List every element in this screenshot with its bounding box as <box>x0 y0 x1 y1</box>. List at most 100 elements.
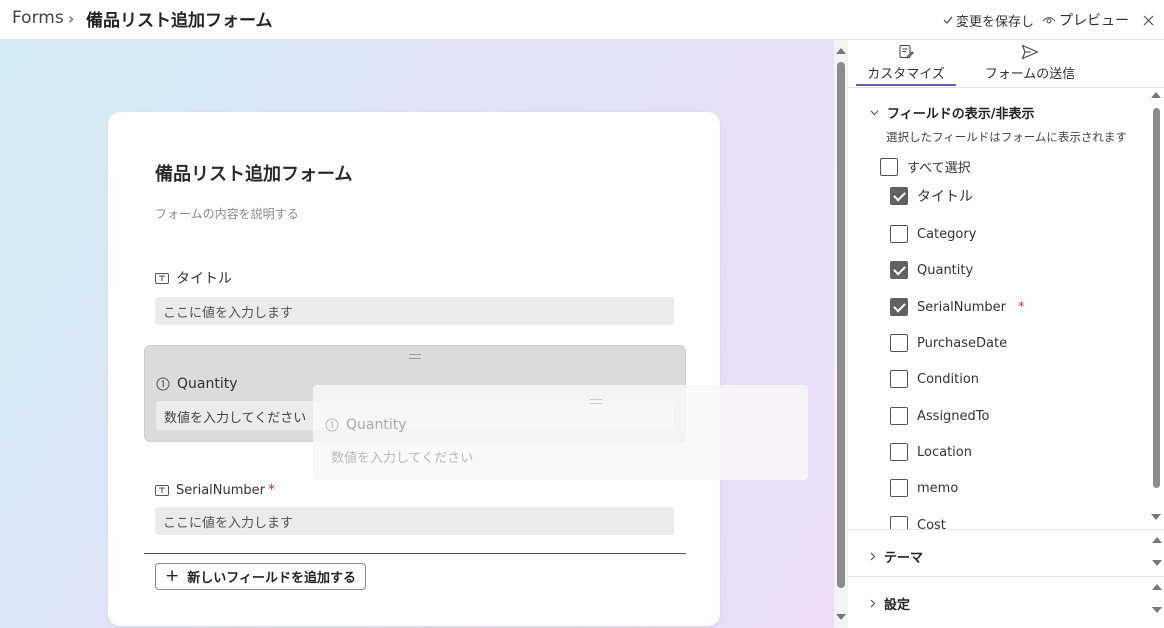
field-checkbox-item[interactable]: SerialNumber * <box>890 298 1025 316</box>
tab-customize[interactable]: カスタマイズ <box>858 44 954 82</box>
section-divider <box>848 529 1164 530</box>
plus-icon: + <box>165 566 180 586</box>
fields-section-header[interactable]: フィールドの表示/非表示 <box>870 103 1035 122</box>
checkbox[interactable] <box>890 516 908 529</box>
scrollbar-thumb[interactable] <box>1153 108 1160 488</box>
settings-section-header[interactable]: 設定 <box>870 594 910 613</box>
text-field-icon <box>155 272 169 284</box>
active-tab-indicator <box>856 84 956 86</box>
field-checkbox-item[interactable]: PurchaseDate <box>890 334 1007 352</box>
form-canvas: 備品リスト追加フォーム フォームの内容を説明する タイトル ここに値を入力します… <box>0 40 834 628</box>
checkbox[interactable] <box>890 407 908 425</box>
checkbox-label: Category <box>917 226 977 242</box>
checkbox[interactable] <box>890 225 908 243</box>
checkbox-label: PurchaseDate <box>917 335 1008 351</box>
preview-button[interactable]: プレビュー <box>1042 10 1129 30</box>
section-divider <box>848 576 1164 577</box>
field-label-text: SerialNumber <box>176 482 266 498</box>
checkbox-label: Quantity <box>917 262 974 278</box>
field-title[interactable]: タイトル ここに値を入力します <box>155 268 674 325</box>
checkbox-label: すべて選択 <box>907 161 971 176</box>
field-label-text: Quantity <box>177 376 238 392</box>
scroll-down-icon[interactable] <box>1151 514 1161 520</box>
section-title: 設定 <box>884 598 911 613</box>
scroll-down-icon[interactable] <box>1152 560 1162 566</box>
drag-ghost-preview: Quantity 数値を入力してください <box>313 385 808 480</box>
breadcrumb-separator-icon: › <box>68 9 75 28</box>
scroll-up-icon[interactable] <box>1152 537 1162 543</box>
checkbox-label: AssignedTo <box>917 408 990 424</box>
save-label: 変更を保存し <box>955 14 1034 30</box>
chevron-right-icon <box>870 599 876 608</box>
select-all-checkbox[interactable]: すべて選択 <box>880 157 971 176</box>
field-checkbox-item[interactable]: Category <box>890 225 976 243</box>
checkmark-icon <box>943 16 953 24</box>
scroll-down-icon[interactable] <box>836 614 846 620</box>
field-checkbox-item[interactable]: Condition <box>890 370 979 388</box>
form-card: 備品リスト追加フォーム フォームの内容を説明する タイトル ここに値を入力します… <box>108 112 720 626</box>
number-field-icon <box>325 418 339 432</box>
scroll-up-icon[interactable] <box>836 48 846 54</box>
checkbox[interactable] <box>890 370 908 388</box>
scroll-down-icon[interactable] <box>1152 607 1162 613</box>
canvas-scrollbar[interactable] <box>834 40 848 628</box>
field-label-text: Quantity <box>346 417 407 433</box>
field-checkbox-item[interactable]: memo <box>890 479 958 497</box>
fields-hint: 選択したフィールドはフォームに表示されます <box>886 130 1127 144</box>
tab-label: フォームの送信 <box>984 67 1076 82</box>
section-title: テーマ <box>884 551 924 566</box>
tabs-divider <box>848 87 1164 88</box>
add-field-button[interactable]: + 新しいフィールドを追加する <box>155 563 366 590</box>
field-checkbox-item[interactable]: AssignedTo <box>890 407 989 425</box>
field-checkbox-list: タイトル Category Quantity SerialNumber * Purchas… <box>848 180 1164 529</box>
scroll-up-icon[interactable] <box>1151 92 1161 98</box>
checkbox[interactable] <box>880 157 898 176</box>
scroll-up-icon[interactable] <box>1152 584 1162 590</box>
section-title: フィールドの表示/非表示 <box>887 107 1035 122</box>
serialnumber-input[interactable]: ここに値を入力します <box>155 507 674 535</box>
customize-icon <box>899 45 914 59</box>
save-button[interactable]: 変更を保存し <box>943 11 1034 30</box>
field-checkbox-item[interactable]: タイトル <box>890 186 973 206</box>
chevron-down-icon <box>870 110 879 115</box>
field-label: Quantity <box>325 417 407 433</box>
required-mark: * <box>268 482 276 498</box>
checkbox-label: Cost <box>917 517 946 530</box>
title-input[interactable]: ここに値を入力します <box>155 297 674 325</box>
tab-send[interactable]: フォームの送信 <box>982 44 1078 82</box>
checkbox[interactable] <box>890 298 908 316</box>
scrollbar-thumb[interactable] <box>837 62 845 588</box>
checkbox[interactable] <box>890 187 908 205</box>
checkbox-label: タイトル <box>917 189 973 205</box>
field-checkbox-item[interactable]: Location <box>890 443 972 461</box>
checkbox-label: Location <box>917 444 972 460</box>
drop-indicator-line <box>144 553 686 554</box>
checkbox-label: SerialNumber <box>917 299 1007 315</box>
checkbox[interactable] <box>890 479 908 497</box>
drag-handle-icon <box>590 399 602 404</box>
page-title: 備品リスト追加フォーム <box>86 11 273 31</box>
field-checkbox-item[interactable]: Quantity <box>890 261 973 279</box>
fields-scrollbar[interactable] <box>1150 92 1162 524</box>
ghost-placeholder: 数値を入力してください <box>331 451 474 466</box>
tab-label: カスタマイズ <box>867 67 945 82</box>
checkbox[interactable] <box>890 334 908 352</box>
chevron-right-icon <box>870 552 876 561</box>
number-field-icon <box>156 377 170 391</box>
breadcrumb-root[interactable]: Forms <box>12 8 64 28</box>
drag-handle-icon[interactable] <box>409 354 421 359</box>
checkbox[interactable] <box>890 261 908 279</box>
field-label: Quantity <box>156 376 238 392</box>
field-checkbox-item[interactable]: Cost <box>890 516 946 529</box>
field-serialnumber[interactable]: SerialNumber * ここに値を入力します <box>155 482 674 535</box>
close-button[interactable] <box>1143 15 1154 26</box>
form-title[interactable]: 備品リスト追加フォーム <box>155 160 352 186</box>
checkbox[interactable] <box>890 443 908 461</box>
theme-section-header[interactable]: テーマ <box>870 547 923 566</box>
form-description[interactable]: フォームの内容を説明する <box>155 205 299 222</box>
send-icon <box>1021 44 1039 60</box>
customize-panel: カスタマイズ フォームの送信 フィールドの表示/非表示 選択したフィールドはフォ… <box>848 40 1164 628</box>
add-field-label: 新しいフィールドを追加する <box>187 571 356 586</box>
header-actions: 変更を保存し プレビュー <box>935 10 1154 30</box>
top-bar: Forms › 備品リスト追加フォーム 変更を保存し プレビュー <box>0 0 1164 40</box>
